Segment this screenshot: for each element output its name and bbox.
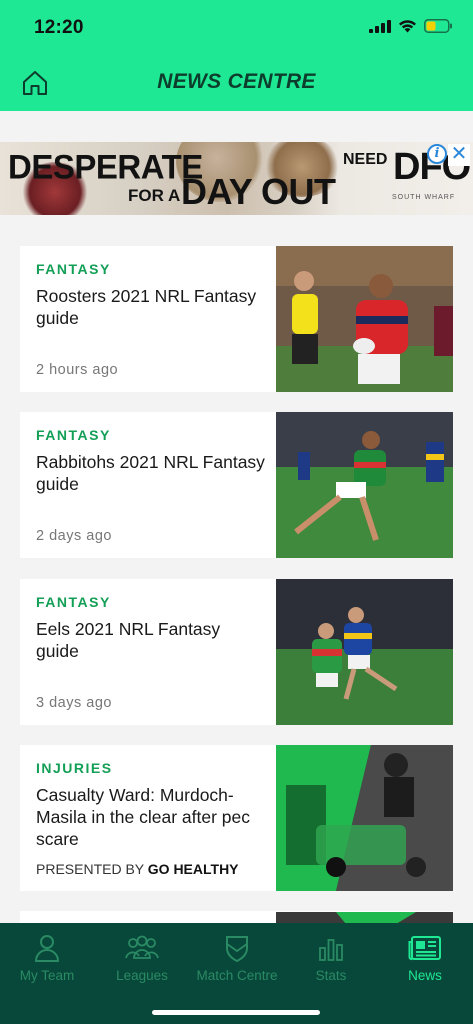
ad-brand-sub: SOUTH WHARF bbox=[392, 194, 456, 201]
article-title: Roosters 2021 NRL Fantasy guide bbox=[36, 286, 257, 328]
sponsor-line: PRESENTED BY GO HEALTHY bbox=[36, 861, 239, 877]
home-indicator[interactable] bbox=[152, 1010, 320, 1015]
sponsor-brand: GO HEALTHY bbox=[147, 861, 239, 877]
status-icons bbox=[369, 19, 453, 33]
article-card[interactable] bbox=[20, 911, 453, 923]
article-image bbox=[276, 246, 453, 392]
ad-headline-2b: DAY OUT bbox=[181, 171, 336, 212]
tab-news[interactable]: News bbox=[378, 923, 472, 993]
page-title: NEWS CENTRE bbox=[157, 70, 316, 93]
article-image bbox=[276, 911, 453, 923]
article-card[interactable]: FANTASY Eels 2021 NRL Fantasy guide 3 da… bbox=[20, 579, 453, 725]
article-time: 2 hours ago bbox=[36, 362, 119, 378]
bar-chart-icon bbox=[319, 939, 343, 961]
tab-label: News bbox=[408, 968, 442, 983]
app-header: 12:20 NEWS CENTRE bbox=[0, 0, 473, 111]
article-title: Eels 2021 NRL Fantasy guide bbox=[36, 619, 221, 661]
tab-stats[interactable]: Stats bbox=[284, 923, 378, 993]
ad-need-text: NEED bbox=[343, 151, 388, 168]
article-card[interactable]: FANTASY Rabbitohs 2021 NRL Fantasy guide… bbox=[20, 412, 453, 558]
shield-icon bbox=[226, 936, 248, 962]
article-image bbox=[276, 745, 453, 891]
sponsor-prefix: PRESENTED BY bbox=[36, 861, 144, 877]
article-category: INJURIES bbox=[36, 760, 113, 776]
article-category: FANTASY bbox=[36, 427, 111, 443]
article-time: 3 days ago bbox=[36, 695, 112, 711]
ad-headline-1: DESPERATE bbox=[8, 147, 203, 186]
group-icon bbox=[125, 935, 159, 959]
article-title: Casualty Ward: Murdoch-Masila in the cle… bbox=[36, 785, 250, 849]
article-card[interactable]: FANTASY Roosters 2021 NRL Fantasy guide … bbox=[20, 246, 453, 392]
ad-close-icon[interactable]: ✕ bbox=[448, 144, 470, 166]
status-bar: 12:20 bbox=[0, 0, 473, 56]
cellular-signal-icon bbox=[369, 19, 391, 33]
status-time: 12:20 bbox=[34, 17, 84, 38]
ad-info-icon[interactable]: i bbox=[427, 144, 447, 164]
tab-my-team[interactable]: My Team bbox=[0, 923, 94, 993]
article-category: FANTASY bbox=[36, 261, 111, 277]
article-image bbox=[276, 579, 453, 725]
article-image bbox=[276, 412, 453, 558]
battery-icon bbox=[424, 19, 452, 33]
tab-match-centre[interactable]: Match Centre bbox=[190, 923, 284, 993]
nav-bar: NEWS CENTRE bbox=[0, 56, 473, 111]
article-category: FANTASY bbox=[36, 594, 111, 610]
article-time: 2 days ago bbox=[36, 528, 112, 544]
ad-banner[interactable]: DESPERATE FOR A DAY OUT NEED DFO SOUTH W… bbox=[0, 142, 473, 215]
ad-headline-2a: FOR A bbox=[128, 186, 181, 205]
wifi-icon bbox=[399, 20, 416, 33]
newspaper-icon bbox=[408, 936, 441, 961]
bottom-tab-bar: My Team Leagues Match Centre Stats News bbox=[0, 923, 473, 1024]
article-card[interactable]: INJURIES Casualty Ward: Murdoch-Masila i… bbox=[20, 745, 453, 891]
article-title: Rabbitohs 2021 NRL Fantasy guide bbox=[36, 452, 265, 494]
user-icon bbox=[34, 935, 60, 962]
tab-leagues[interactable]: Leagues bbox=[95, 923, 189, 993]
